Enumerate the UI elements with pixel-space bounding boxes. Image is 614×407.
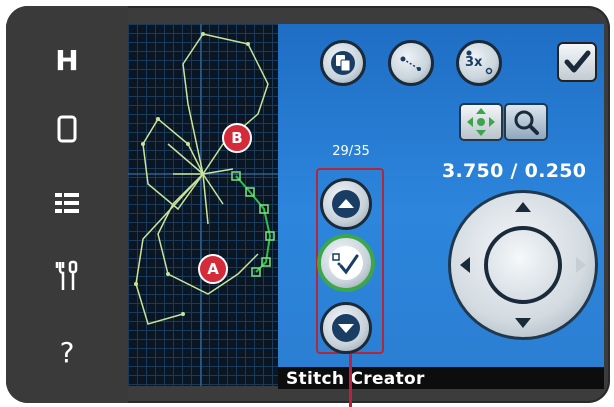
magnifier-icon — [514, 110, 539, 135]
pad-up-arrow-icon[interactable] — [515, 202, 531, 212]
list-icon[interactable] — [6, 192, 128, 218]
arrow-up-icon — [332, 190, 360, 218]
copy-icon — [331, 51, 355, 75]
pad-right-arrow-icon[interactable] — [576, 257, 586, 273]
checkmark-icon — [564, 50, 591, 73]
zoom-tool-button[interactable] — [504, 103, 548, 141]
select-stitch-icon — [329, 246, 363, 280]
callout-line — [349, 354, 352, 407]
pad-center-button[interactable] — [484, 226, 562, 304]
triple-stitch-button[interactable]: 3x — [456, 40, 502, 86]
marker-a: A — [198, 254, 228, 284]
help-icon[interactable]: ? — [6, 336, 128, 369]
pad-left-arrow-icon[interactable] — [460, 257, 470, 273]
window-icon[interactable] — [6, 114, 128, 148]
h-icon[interactable]: H — [6, 44, 128, 77]
move-arrows-icon — [467, 108, 495, 136]
marker-b: B — [222, 123, 252, 153]
app-title: Stitch Creator — [286, 369, 425, 389]
position-readout: 3.750 / 0.250 — [442, 160, 587, 182]
sidebar: H ? — [6, 6, 128, 403]
single-stitch-icon — [399, 51, 423, 75]
previous-stitch-button[interactable] — [320, 178, 372, 230]
move-tool-button[interactable] — [459, 103, 503, 141]
select-stitch-button[interactable] — [317, 234, 375, 292]
stitch-canvas[interactable] — [128, 24, 278, 386]
pad-down-arrow-icon[interactable] — [515, 318, 531, 328]
single-stitch-button[interactable] — [388, 40, 434, 86]
tools-icon[interactable] — [6, 260, 128, 296]
next-stitch-button[interactable] — [320, 302, 372, 354]
arrow-down-icon — [332, 314, 360, 342]
confirm-button[interactable] — [557, 42, 597, 82]
status-bar: Stitch Creator — [278, 367, 604, 389]
copy-button[interactable] — [320, 40, 366, 86]
stitch-counter: 29/35 — [332, 144, 370, 159]
triple-stitch-icon: 3x — [463, 49, 495, 75]
